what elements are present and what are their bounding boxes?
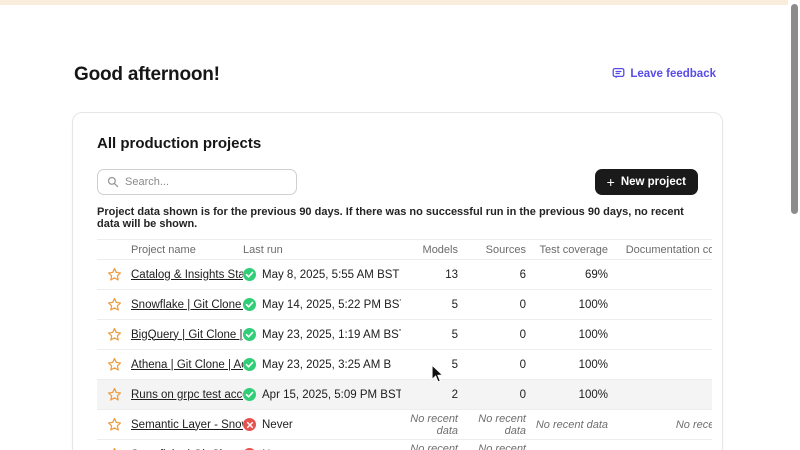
column-header-last-run: Last run xyxy=(243,244,401,256)
run-status-icon xyxy=(243,358,256,371)
favorite-star-icon[interactable] xyxy=(107,357,122,372)
table-row[interactable]: Runs on grpc test account Apr 15, 2025, … xyxy=(97,380,712,410)
documentation-coverage-value: No recent data xyxy=(608,419,712,431)
table-row[interactable]: Semantic Layer - Snowflake Never No rece… xyxy=(97,410,712,440)
test-coverage-value: No recent data xyxy=(526,419,608,431)
sources-value: 0 xyxy=(458,359,526,371)
sources-value: 0 xyxy=(458,299,526,311)
scrollbar-thumb[interactable] xyxy=(791,4,798,214)
column-header-sources: Sources xyxy=(458,244,526,256)
column-header-test-coverage: Test coverage xyxy=(526,244,608,256)
leave-feedback-label: Leave feedback xyxy=(630,68,716,80)
last-run-value: May 8, 2025, 5:55 AM BST xyxy=(262,269,399,281)
models-value: No recent data xyxy=(401,413,458,437)
table-row[interactable]: Snowflake | Git Clone | Key... Never No … xyxy=(97,440,712,450)
models-value: 5 xyxy=(401,329,458,341)
last-run-value: Never xyxy=(262,419,293,431)
favorite-star-icon[interactable] xyxy=(107,417,122,432)
models-value: No recent data xyxy=(401,443,458,450)
test-coverage-value: 69% xyxy=(526,269,608,281)
search-input[interactable] xyxy=(125,176,287,188)
data-range-notice: Project data shown is for the previous 9… xyxy=(97,206,698,230)
sources-value: No recent data xyxy=(458,413,526,437)
project-name-link[interactable]: Snowflake | Git Clone | Use... xyxy=(131,299,243,311)
table-row[interactable]: Athena | Git Clone | Acces... May 23, 20… xyxy=(97,350,712,380)
run-status-icon xyxy=(243,298,256,311)
sources-value: 0 xyxy=(458,329,526,341)
run-status-icon xyxy=(243,418,256,431)
leave-feedback-link[interactable]: Leave feedback xyxy=(612,67,716,80)
sources-value: 6 xyxy=(458,269,526,281)
page-title: Good afternoon! xyxy=(74,64,220,86)
new-project-button[interactable]: + New project xyxy=(595,169,698,195)
test-coverage-value: 100% xyxy=(526,389,608,401)
feedback-icon xyxy=(612,67,625,80)
search-input-wrapper[interactable] xyxy=(97,169,297,195)
test-coverage-value: 100% xyxy=(526,299,608,311)
table-header-row: Project name Last run Models Sources Tes… xyxy=(97,239,712,260)
last-run-value: May 23, 2025, 1:19 AM BST xyxy=(262,329,401,341)
project-name-link[interactable]: Runs on grpc test account xyxy=(131,389,243,401)
project-name-link[interactable]: Catalog & Insights Staging... xyxy=(131,269,243,281)
last-run-value: Apr 15, 2025, 5:09 PM BST xyxy=(262,389,401,401)
run-status-icon xyxy=(243,388,256,401)
models-value: 5 xyxy=(401,299,458,311)
new-project-label: New project xyxy=(621,176,686,188)
test-coverage-value: 100% xyxy=(526,359,608,371)
table-row[interactable]: BigQuery | Git Clone | User... May 23, 2… xyxy=(97,320,712,350)
column-header-models: Models xyxy=(401,244,458,256)
project-name-link[interactable]: Semantic Layer - Snowflake xyxy=(131,419,243,431)
favorite-star-icon[interactable] xyxy=(107,327,122,342)
projects-panel: All production projects + New project Pr… xyxy=(72,112,723,450)
projects-table: Project name Last run Models Sources Tes… xyxy=(97,239,712,450)
favorite-star-icon[interactable] xyxy=(107,387,122,402)
table-row[interactable]: Catalog & Insights Staging... May 8, 202… xyxy=(97,260,712,290)
column-header-project-name: Project name xyxy=(131,244,243,256)
run-status-icon xyxy=(243,328,256,341)
sources-value: No recent data xyxy=(458,443,526,450)
panel-controls: + New project xyxy=(97,169,698,195)
project-name-link[interactable]: BigQuery | Git Clone | User... xyxy=(131,329,243,341)
favorite-star-icon[interactable] xyxy=(107,267,122,282)
page-scrollbar[interactable] xyxy=(788,0,800,450)
table-body: Catalog & Insights Staging... May 8, 202… xyxy=(97,260,712,450)
models-value: 2 xyxy=(401,389,458,401)
column-header-documentation-coverage: Documentation coverage xyxy=(608,244,712,256)
run-status-icon xyxy=(243,268,256,281)
last-run-value: May 23, 2025, 3:25 AM B xyxy=(262,359,391,371)
top-accent-strip xyxy=(0,0,800,5)
sources-value: 0 xyxy=(458,389,526,401)
last-run-value: May 14, 2025, 5:22 PM BST xyxy=(262,299,401,311)
panel-title: All production projects xyxy=(97,135,698,152)
search-icon xyxy=(107,176,119,188)
models-value: 5 xyxy=(401,359,458,371)
plus-icon: + xyxy=(607,175,615,189)
project-name-link[interactable]: Athena | Git Clone | Acces... xyxy=(131,359,243,371)
test-coverage-value: 100% xyxy=(526,329,608,341)
favorite-star-icon[interactable] xyxy=(107,297,122,312)
models-value: 13 xyxy=(401,269,458,281)
table-row[interactable]: Snowflake | Git Clone | Use... May 14, 2… xyxy=(97,290,712,320)
